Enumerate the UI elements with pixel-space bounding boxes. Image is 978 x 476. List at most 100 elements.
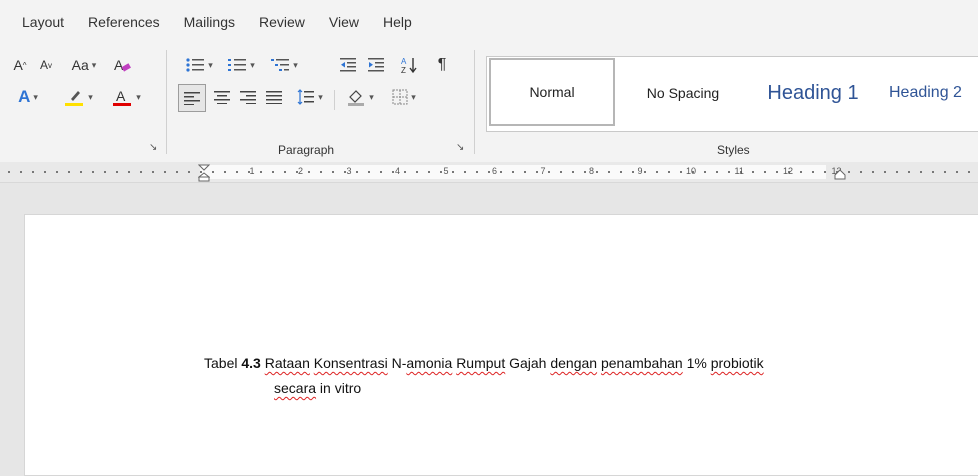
caption-text-run: Gajah <box>505 355 551 371</box>
svg-text:A: A <box>114 57 124 73</box>
align-center-icon <box>214 91 230 104</box>
ruler-tick <box>764 171 766 173</box>
group-separator <box>474 50 475 154</box>
align-right-button[interactable] <box>236 84 260 110</box>
ruler-tick <box>356 171 358 173</box>
multilevel-list-button[interactable]: ▾ <box>264 52 304 78</box>
tab-mailings[interactable]: Mailings <box>182 10 237 34</box>
ruler-tick <box>116 171 118 173</box>
caption-text-run: N- <box>387 355 407 371</box>
caption-text-run: penambahan <box>600 355 683 371</box>
ruler-number: 3 <box>346 166 352 176</box>
ruler-tick <box>236 171 238 173</box>
borders-button[interactable]: ▾ <box>384 84 424 110</box>
align-center-button[interactable] <box>210 84 234 110</box>
ruler-tick <box>464 171 466 173</box>
bullets-button[interactable]: ▾ <box>180 52 218 78</box>
caption-text-run: dengan <box>550 355 598 371</box>
style-heading-2[interactable]: Heading 2 <box>889 57 978 129</box>
paragraph-group-label: Paragraph <box>278 143 335 157</box>
ruler-tick <box>752 171 754 173</box>
paragraph-dialog-launcher-icon[interactable]: ↘ <box>456 143 466 153</box>
style-heading-1[interactable]: Heading 1 <box>749 57 877 129</box>
sort-button[interactable]: A Z <box>398 52 422 78</box>
highlight-color-button[interactable]: ▾ <box>58 84 98 110</box>
change-case-button[interactable]: Aa ▾ <box>64 52 104 78</box>
tab-references[interactable]: References <box>86 10 162 34</box>
ruler-tick <box>620 171 622 173</box>
clear-formatting-button[interactable]: A <box>110 52 134 78</box>
ruler-number: 11 <box>734 166 744 176</box>
ruler-tick <box>632 171 634 173</box>
ruler-tick <box>284 171 286 173</box>
ruler-tick <box>476 171 478 173</box>
ruler-tick <box>404 171 406 173</box>
justify-button[interactable] <box>262 84 286 110</box>
ruler-number: 5 <box>443 166 449 176</box>
text-effects-button[interactable]: A ▾ <box>10 84 46 110</box>
table-caption-line-1[interactable]: Tabel 4.3 Rataan Konsentrasi N-amonia Ru… <box>204 355 764 371</box>
ruler-tick <box>92 171 94 173</box>
numbering-button[interactable]: ▾ <box>222 52 260 78</box>
document-canvas: Tabel 4.3 Rataan Konsentrasi N-amonia Ru… <box>0 183 978 476</box>
ruler-tick <box>188 171 190 173</box>
shrink-font-button[interactable]: Av <box>36 52 56 78</box>
ruler-tick <box>908 171 910 173</box>
styles-group-label: Styles <box>717 143 750 157</box>
ribbon: A ^ Av Aa ▾ A A ▾ ▾ A ▾ ↘ ▾ ▾ ▾ A Z ¶ ▾ … <box>0 44 978 163</box>
line-spacing-icon <box>297 89 315 105</box>
ruler-tick <box>44 171 46 173</box>
ruler-tick <box>860 171 862 173</box>
table-caption-line-2[interactable]: secara in vitro <box>274 380 361 396</box>
ruler-tick <box>176 171 178 173</box>
ruler-number: 10 <box>686 166 697 176</box>
highlighter-icon <box>65 91 84 106</box>
align-left-icon <box>184 92 200 105</box>
style-normal[interactable]: Normal <box>489 58 615 126</box>
ruler-tick <box>416 171 418 173</box>
shrink-font-icon: A <box>39 58 48 72</box>
tab-help[interactable]: Help <box>381 10 414 34</box>
style-no-spacing[interactable]: No Spacing <box>617 57 749 129</box>
increase-indent-icon <box>368 58 384 72</box>
ruler-tick <box>548 171 550 173</box>
ruler-tick <box>728 171 730 173</box>
align-left-button[interactable] <box>178 84 206 112</box>
ruler-tick <box>848 171 850 173</box>
horizontal-ruler[interactable]: 1 2 3 4 5 6 7 8 9 10 11 12 13 <box>0 162 978 183</box>
numbered-list-icon <box>228 59 247 71</box>
ruler-tick <box>896 171 898 173</box>
right-indent-marker-icon[interactable] <box>834 168 846 180</box>
ruler-tick <box>20 171 22 173</box>
ruler-number: 9 <box>637 166 643 176</box>
align-right-icon <box>240 91 256 104</box>
tab-layout[interactable]: Layout <box>20 10 66 34</box>
caption-text-run: Rumput <box>456 355 506 371</box>
indent-marker-icon[interactable] <box>198 164 210 182</box>
change-case-icon: Aa <box>71 57 89 73</box>
decrease-indent-button[interactable] <box>336 52 360 78</box>
ruler-tick <box>8 171 10 173</box>
grow-font-button[interactable]: A ^ <box>10 52 30 78</box>
clear-formatting-icon: A <box>114 57 131 73</box>
grow-font-icon: A <box>13 57 23 73</box>
caption-text-run: amonia <box>406 355 453 371</box>
ruler-tick <box>944 171 946 173</box>
decrease-indent-icon <box>340 58 356 72</box>
ruler-tick <box>128 171 130 173</box>
show-formatting-button[interactable]: ¶ <box>430 52 454 78</box>
font-color-button[interactable]: A ▾ <box>106 84 146 110</box>
font-dialog-launcher-icon[interactable]: ↘ <box>149 143 159 153</box>
ruler-tick <box>716 171 718 173</box>
sort-az-icon: A Z <box>401 57 417 74</box>
ruler-tick <box>812 171 814 173</box>
inline-separator <box>334 90 335 110</box>
increase-indent-button[interactable] <box>364 52 388 78</box>
shading-button[interactable]: ▾ <box>340 84 380 110</box>
line-spacing-button[interactable]: ▾ <box>290 84 330 110</box>
tab-review[interactable]: Review <box>257 10 307 34</box>
tab-view[interactable]: View <box>327 10 361 34</box>
borders-icon <box>392 89 408 105</box>
document-page[interactable]: Tabel 4.3 Rataan Konsentrasi N-amonia Ru… <box>24 214 978 476</box>
ruler-tick <box>488 171 490 173</box>
